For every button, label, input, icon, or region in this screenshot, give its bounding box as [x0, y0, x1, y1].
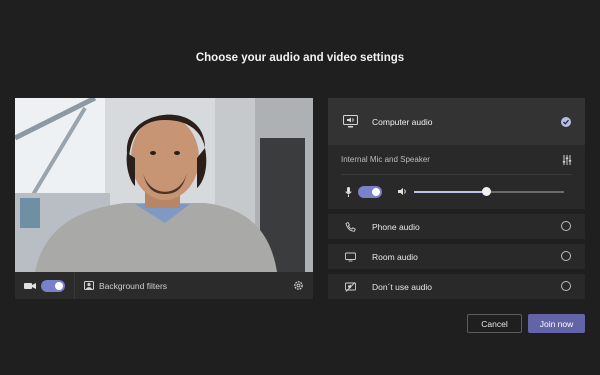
computer-audio-option[interactable]: Computer audio: [328, 98, 585, 145]
video-controls: Background filters: [15, 272, 313, 299]
gear-icon[interactable]: [293, 280, 304, 291]
divider: [74, 272, 75, 299]
background-filters-button[interactable]: Background filters: [99, 281, 167, 291]
join-now-button[interactable]: Join now: [528, 314, 585, 333]
computer-speaker-icon: [343, 115, 358, 128]
speaker-off-icon: [345, 281, 356, 292]
microphone-toggle[interactable]: [358, 185, 382, 198]
volume-slider[interactable]: [414, 186, 564, 196]
computer-audio-panel: Computer audio Internal Mic and Speaker: [328, 98, 585, 209]
room-audio-radio[interactable]: [561, 251, 571, 261]
computer-audio-label: Computer audio: [372, 116, 433, 127]
camera-icon: [24, 282, 36, 289]
background-filters-icon: [84, 281, 94, 290]
room-audio-label: Room audio: [372, 251, 418, 262]
volume-fill: [414, 190, 486, 193]
speaker-icon: [398, 188, 406, 195]
no-audio-radio[interactable]: [561, 281, 571, 291]
monitor-icon: [345, 252, 356, 261]
no-audio-option[interactable]: Don´t use audio: [328, 274, 585, 299]
phone-audio-radio[interactable]: [561, 221, 571, 231]
volume-row: [328, 175, 585, 208]
device-settings-icon[interactable]: [562, 155, 572, 165]
video-preview: [15, 98, 313, 272]
room-audio-option[interactable]: Room audio: [328, 244, 585, 269]
device-label: Internal Mic and Speaker: [341, 155, 430, 164]
phone-audio-label: Phone audio: [372, 221, 420, 232]
selected-check-icon: [561, 117, 571, 127]
no-audio-label: Don´t use audio: [372, 281, 433, 292]
page-title: Choose your audio and video settings: [195, 52, 405, 64]
volume-knob[interactable]: [482, 186, 491, 196]
microphone-icon: [345, 186, 352, 197]
camera-toggle[interactable]: [41, 279, 65, 292]
cancel-button[interactable]: Cancel: [467, 314, 522, 333]
device-row[interactable]: Internal Mic and Speaker: [341, 145, 572, 175]
phone-icon: [345, 221, 356, 232]
phone-audio-option[interactable]: Phone audio: [328, 214, 585, 239]
